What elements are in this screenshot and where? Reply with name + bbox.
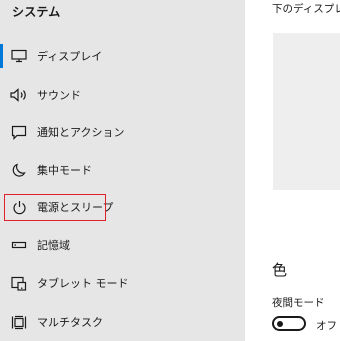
sidebar-item-label: ディスプレイ (37, 50, 103, 63)
active-indicator (0, 44, 3, 68)
sidebar-item-label: マルチタスク (37, 316, 103, 329)
sidebar-item-label: 通知とアクション (37, 126, 125, 139)
content-pane: 下のディスプレイ 色 夜間モード オフ (245, 0, 340, 341)
sidebar-item-label: 集中モード (37, 164, 92, 177)
monitor-icon (10, 47, 28, 65)
sidebar-item-focus-assist[interactable]: 集中モード (0, 153, 245, 187)
toggle-knob (277, 320, 283, 327)
sidebar-item-storage[interactable]: 記憶域 (0, 228, 245, 262)
highlight-box (4, 194, 106, 221)
sidebar: システム ディスプレイ サウンド 通知とアクション 集中モード 電源とスリープ … (0, 0, 245, 341)
multitask-icon (10, 313, 28, 331)
sidebar-item-multitasking[interactable]: マルチタスク (0, 305, 245, 339)
night-mode-toggle[interactable] (272, 316, 306, 331)
color-heading: 色 (272, 261, 288, 279)
sidebar-item-label: サウンド (37, 89, 81, 102)
display-preview (273, 33, 340, 190)
moon-icon (10, 161, 28, 179)
sidebar-item-label: 記憶域 (37, 239, 70, 252)
night-mode-state: オフ (316, 320, 337, 332)
sidebar-item-display[interactable]: ディスプレイ (0, 39, 245, 73)
tablet-icon (10, 274, 28, 292)
sidebar-title: システム (12, 5, 61, 19)
sidebar-item-notifications[interactable]: 通知とアクション (0, 115, 245, 149)
notification-icon (10, 123, 28, 141)
sidebar-item-tablet-mode[interactable]: タブレット モード (0, 266, 245, 300)
sidebar-item-sound[interactable]: サウンド (0, 78, 245, 112)
speaker-icon (10, 86, 28, 104)
sidebar-item-label: タブレット モード (37, 277, 129, 290)
storage-icon (10, 236, 28, 254)
content-top-text: 下のディスプレイ (272, 3, 340, 15)
night-mode-label: 夜間モード (272, 297, 325, 309)
